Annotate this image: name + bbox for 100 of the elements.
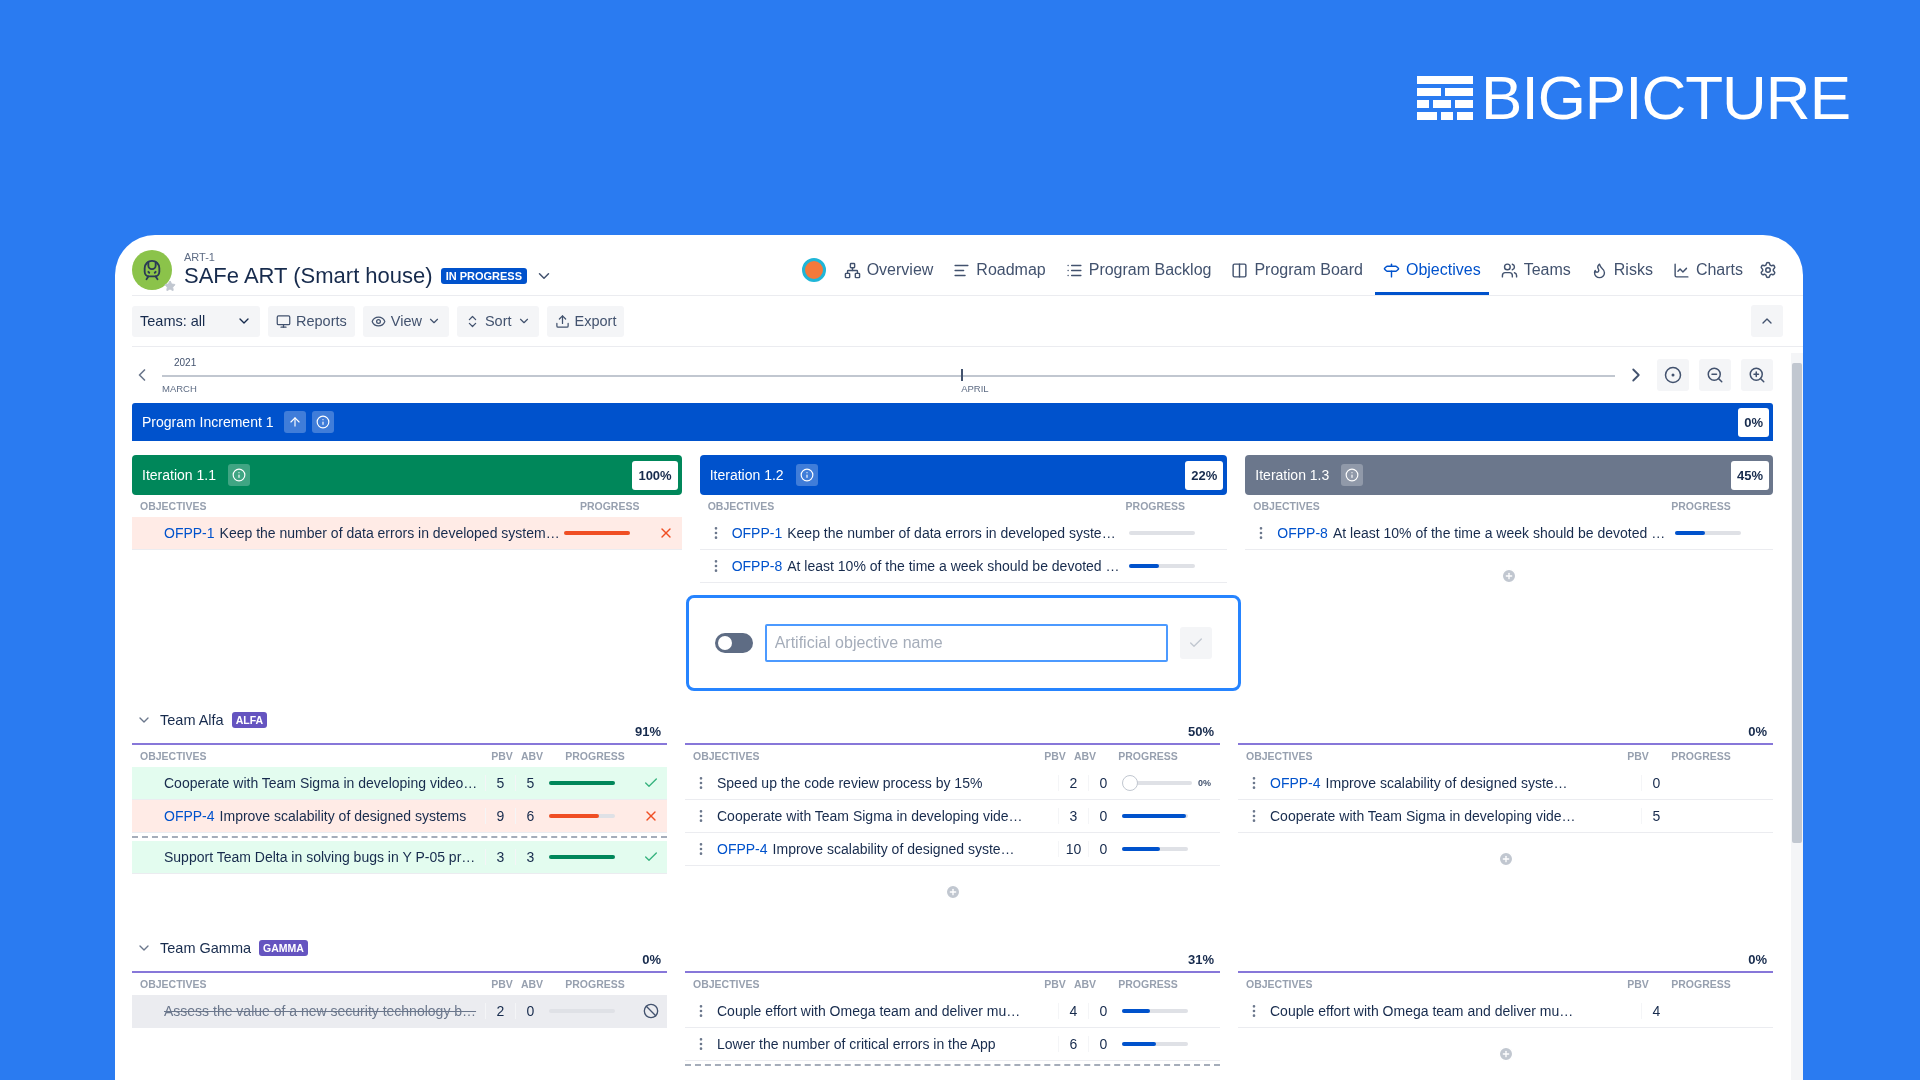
team-name: Team Alfa: [160, 712, 224, 728]
pbv-value: 9: [485, 808, 515, 824]
program-increment-title: Program Increment 1: [142, 414, 274, 430]
progress-percent: 22%: [1185, 460, 1224, 490]
nav-tab[interactable]: Roadmap: [945, 245, 1054, 295]
nav-tab[interactable]: Program Board: [1223, 245, 1371, 295]
column-header: PROGRESS: [564, 750, 626, 762]
info-button[interactable]: [311, 411, 334, 433]
objective-row[interactable]: Cooperate with Team Sigma in developing vide… 3 0: [685, 800, 1220, 833]
nav-tab[interactable]: Objectives: [1374, 245, 1489, 295]
team-progress-percent: 50%: [1187, 724, 1214, 739]
objective-row[interactable]: Assess the value of a new security technology b… 2 0: [132, 995, 667, 1028]
toolbar-button[interactable]: View: [362, 305, 449, 337]
toolbar-button[interactable]: Reports: [268, 305, 355, 337]
scrollbar-thumb[interactable]: [1792, 363, 1802, 843]
toolbar-button[interactable]: Sort: [456, 305, 539, 337]
progress-percent: 0%: [1738, 407, 1769, 437]
abv-value: 0: [1088, 775, 1118, 791]
project-key: ART-1: [184, 251, 554, 263]
objective-row[interactable]: OFPP-4 Improve scalability of designed systems 9 6: [132, 800, 667, 833]
zoom-out-button[interactable]: [1699, 359, 1731, 391]
objective-row[interactable]: Speed up the code review process by 15% 2 0 0%: [685, 767, 1220, 800]
objective-title: At least 10% of the time a week should be devoted …: [787, 558, 1120, 574]
timeline-year: 2021: [174, 357, 197, 368]
column-header: OBJECTIVES: [693, 978, 761, 990]
objective-key-link[interactable]: OFPP-8: [731, 558, 783, 574]
toolbar-button[interactable]: Export: [546, 305, 625, 337]
pbv-value: 10: [1058, 841, 1088, 857]
settings-icon[interactable]: [1759, 261, 1777, 279]
pbv-value: 2: [485, 1003, 515, 1019]
objective-title: Couple effort with Omega team and deliver mu…: [717, 1003, 1021, 1019]
objective-row[interactable]: Support Team Delta in solving bugs in Y P-05 pr… 3 3: [132, 841, 667, 874]
objective-row[interactable]: Cooperate with Team Sigma in developing vide… 5: [1238, 800, 1773, 833]
signpost-icon: [1382, 261, 1400, 279]
objective-key-link[interactable]: OFPP-4: [717, 841, 768, 857]
objective-row[interactable]: OFPP-8 At least 10% of the time a week should be devoted …: [699, 550, 1228, 583]
column-header: PBV: [1626, 978, 1650, 990]
nav-tab[interactable]: Charts: [1664, 245, 1751, 295]
star-icon[interactable]: [164, 280, 176, 292]
eye-icon: [370, 313, 386, 329]
zoom-in-button[interactable]: [1741, 359, 1773, 391]
objective-row[interactable]: OFPP-4 Improve scalability of designed syste… 10 0: [685, 833, 1220, 866]
pbv-value: 6: [1058, 1036, 1088, 1052]
team-progress-percent: 0%: [1748, 724, 1767, 739]
today-button[interactable]: [1657, 359, 1689, 391]
column-header: PBV: [490, 750, 514, 762]
column-header: PROGRESS: [1117, 978, 1179, 990]
abv-value: 0: [1088, 808, 1118, 824]
objective-title: Cooperate with Team Sigma in developing video…: [164, 775, 478, 791]
progress-percent: 45%: [1730, 460, 1769, 490]
arrow-up-button[interactable]: [283, 411, 306, 433]
info-button[interactable]: [795, 464, 818, 486]
nav-tab[interactable]: Program Backlog: [1057, 245, 1220, 295]
objective-key-link[interactable]: OFPP-4: [164, 808, 215, 824]
team-badge: ALFA: [231, 712, 268, 728]
objective-title: Cooperate with Team Sigma in developing vide…: [717, 808, 1023, 824]
nav-tab[interactable]: Risks: [1582, 245, 1661, 295]
objective-title: Couple effort with Omega team and deliver mu…: [1270, 1003, 1574, 1019]
pbv-value: 0: [1641, 775, 1671, 791]
objective-row[interactable]: Couple effort with Omega team and deliver mu… 4: [1238, 995, 1773, 1028]
info-button[interactable]: [227, 464, 250, 486]
objective-key-link[interactable]: OFPP-8: [1277, 525, 1328, 541]
objective-title: Assess the value of a new security technology b…: [164, 1003, 477, 1019]
column-header: PBV: [1043, 978, 1067, 990]
objective-key-link[interactable]: OFPP-1: [731, 525, 783, 541]
objective-title: Support Team Delta in solving bugs in Y P-05 pr…: [164, 849, 476, 865]
column-header: ABV: [519, 978, 545, 990]
objective-row[interactable]: OFPP-4 Improve scalability of designed syste… 0: [1238, 767, 1773, 800]
pbv-value: 3: [485, 849, 515, 865]
nav-tab[interactable]: Teams: [1492, 245, 1579, 295]
objective-row[interactable]: Cooperate with Team Sigma in developing video… 5 5: [132, 767, 667, 800]
progress-reading: 0%: [1198, 778, 1211, 788]
objective-row[interactable]: OFPP-8 At least 10% of the time a week should be devoted …: [1245, 517, 1773, 550]
info-icon: [315, 415, 330, 429]
nav-tab[interactable]: Overview: [835, 245, 942, 295]
info-button[interactable]: [1341, 464, 1364, 486]
abv-value: 0: [1088, 841, 1118, 857]
artificial-toggle[interactable]: [714, 633, 753, 653]
timeline-month: APRIL: [961, 383, 989, 394]
teams-filter[interactable]: Teams: all: [132, 305, 260, 337]
objective-title: At least 10% of the time a week should be devoted …: [1332, 525, 1666, 541]
info-icon: [231, 468, 246, 482]
column-header: PBV: [490, 978, 514, 990]
column-header: PROGRESS: [1117, 750, 1179, 762]
abv-value: 0: [515, 1003, 545, 1019]
team-progress-percent: 0%: [642, 952, 661, 967]
objective-key-link[interactable]: OFPP-1: [164, 525, 215, 541]
objective-row[interactable]: OFPP-1 Keep the number of data errors in developed syste…: [699, 517, 1228, 550]
column-header: PBV: [1043, 750, 1067, 762]
progress-slider[interactable]: [1122, 775, 1192, 791]
objective-title: Keep the number of data errors in developed system…: [219, 525, 560, 541]
objective-key-link[interactable]: OFPP-4: [1270, 775, 1321, 791]
objective-title: Improve scalability of designed syste…: [1325, 775, 1568, 791]
objective-row[interactable]: Lower the number of critical errors in the App 6 0: [685, 1028, 1220, 1061]
objective-row[interactable]: Couple effort with Omega team and deliver mu… 4 0: [685, 995, 1220, 1028]
progress-percent: 100%: [632, 460, 678, 490]
objective-name-input[interactable]: Artificial objective name: [764, 624, 1169, 662]
iteration-title: Iteration 1.1: [142, 467, 216, 483]
user-avatar[interactable]: [801, 258, 826, 282]
objective-row[interactable]: OFPP-1 Keep the number of data errors in developed system…: [132, 517, 682, 550]
